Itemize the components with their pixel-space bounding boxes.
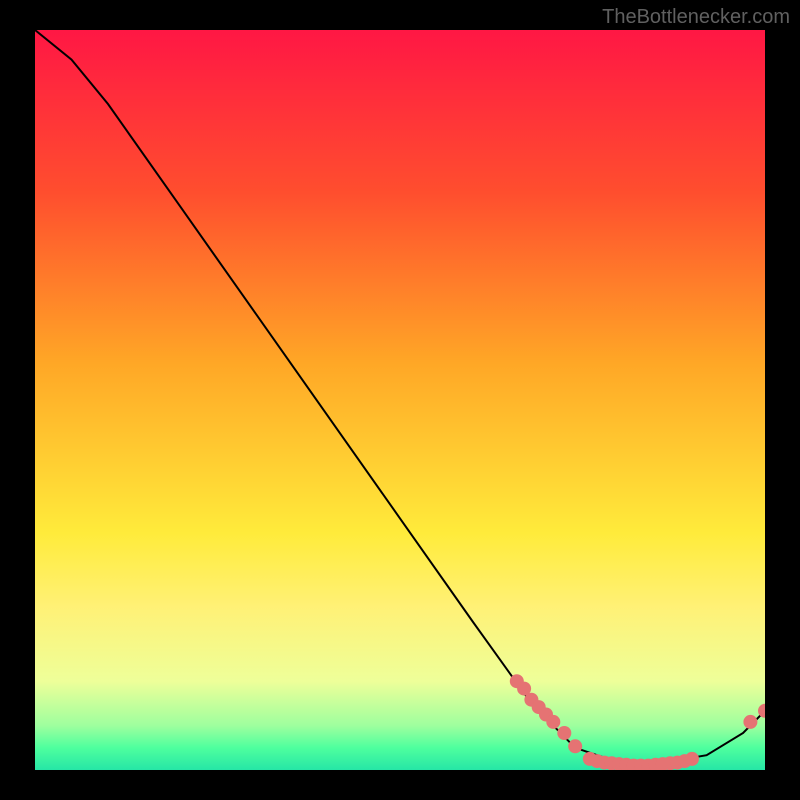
data-marker (557, 726, 571, 740)
data-marker (685, 752, 699, 766)
data-marker (568, 739, 582, 753)
data-marker (743, 715, 757, 729)
data-marker (546, 715, 560, 729)
chart-svg (35, 30, 765, 770)
chart-background (35, 30, 765, 770)
watermark-text: TheBottlenecker.com (602, 6, 790, 29)
chart-plot (35, 30, 765, 770)
